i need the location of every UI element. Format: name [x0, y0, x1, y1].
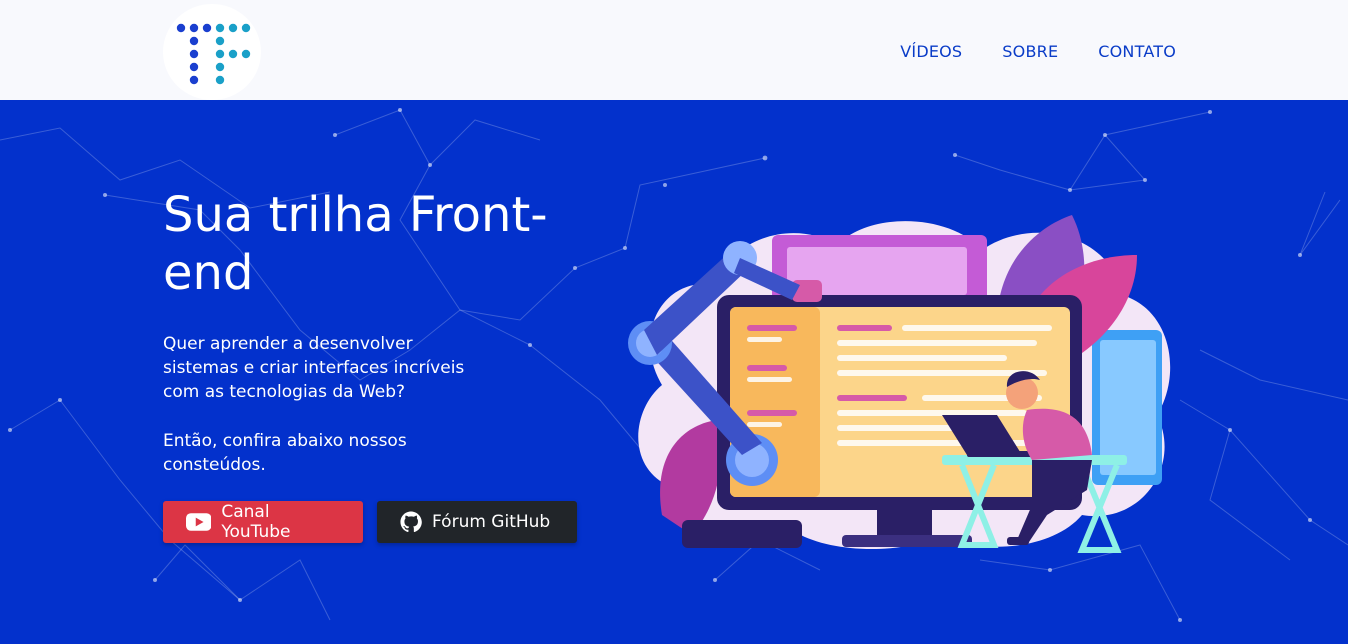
nav-link-contato[interactable]: CONTATO [1098, 42, 1176, 61]
tf-logo[interactable] [163, 4, 261, 100]
nav-link-sobre[interactable]: SOBRE [1002, 42, 1058, 61]
youtube-button-label: Canal YouTube [221, 502, 291, 542]
github-button-label: Fórum GitHub [432, 512, 551, 532]
hero-section: Sua trilha Front-end Quer aprender a des… [0, 100, 1348, 644]
github-icon [400, 511, 422, 533]
hero-description: Quer aprender a desenvolver sistemas e c… [163, 334, 465, 402]
youtube-channel-button[interactable]: Canal YouTube [163, 501, 363, 543]
hero-callout: Então, confira abaixo nossos consteúdos. [163, 431, 407, 475]
hero-title: Sua trilha Front-end [163, 187, 548, 301]
top-navbar: VÍDEOS SOBRE CONTATO [0, 0, 1348, 100]
nav-link-videos[interactable]: VÍDEOS [900, 42, 962, 61]
youtube-icon [186, 513, 212, 531]
developer-robot-illustration [628, 215, 1171, 553]
tf-logo-icon [176, 23, 251, 85]
github-forum-button[interactable]: Fórum GitHub [377, 501, 577, 543]
main-nav: VÍDEOS SOBRE CONTATO [900, 42, 1176, 61]
